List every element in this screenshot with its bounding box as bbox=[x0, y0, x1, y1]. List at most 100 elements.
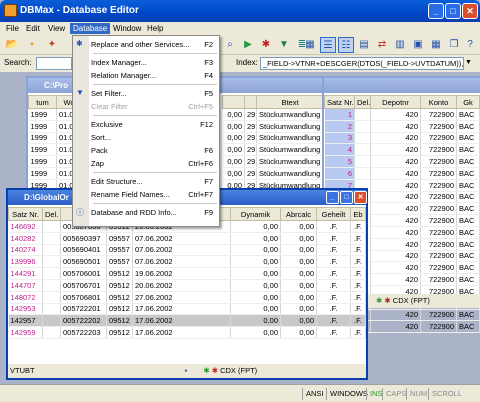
menu-window[interactable]: Window bbox=[110, 23, 144, 34]
search-input[interactable] bbox=[36, 57, 72, 70]
minimize-button[interactable]: _ bbox=[428, 3, 444, 19]
table-cell[interactable]: Stückumwandlung bbox=[256, 143, 324, 157]
table-cell[interactable]: .F. bbox=[316, 255, 351, 269]
table-cell[interactable] bbox=[42, 220, 61, 233]
detail-view-icon[interactable]: ☷ bbox=[338, 37, 354, 53]
table-cell[interactable]: BAC bbox=[456, 320, 480, 334]
table-cell[interactable]: 0,00 bbox=[222, 167, 245, 180]
table-cell[interactable]: 0,00 bbox=[230, 279, 281, 292]
table-cell[interactable] bbox=[354, 108, 371, 121]
table-cell[interactable]: 420 bbox=[370, 320, 421, 334]
table-cell[interactable]: 29 bbox=[244, 155, 257, 168]
table-cell[interactable]: 142957 bbox=[8, 314, 43, 328]
menu-item[interactable]: Replace and other Services... F2 bbox=[91, 38, 219, 51]
table-row[interactable]: 142957 005722202 09512 17.06.2002 0,00 0,00 .F… bbox=[8, 314, 366, 328]
menu-file[interactable]: File bbox=[3, 23, 22, 34]
table-cell[interactable]: 17.06.2002 bbox=[132, 314, 231, 328]
table-cell[interactable]: .F. bbox=[316, 291, 351, 304]
table-cell[interactable]: .F. bbox=[350, 279, 366, 292]
menu-database[interactable]: Database bbox=[70, 23, 111, 34]
table-cell[interactable]: 09512 bbox=[106, 267, 133, 280]
table-cell[interactable]: 1999 bbox=[28, 120, 57, 133]
table-cell[interactable]: Stückumwandlung bbox=[256, 132, 324, 145]
table-cell[interactable]: 0,00 bbox=[230, 220, 281, 233]
column-header[interactable]: Geheilt bbox=[316, 207, 351, 221]
table-cell[interactable]: 0,00 bbox=[280, 244, 317, 257]
help-icon[interactable]: ? bbox=[462, 37, 478, 53]
table-cell[interactable]: 09512 bbox=[106, 291, 133, 304]
table-cell[interactable]: 09557 bbox=[106, 232, 133, 245]
table-cell[interactable] bbox=[42, 303, 61, 316]
table-cell[interactable] bbox=[354, 155, 371, 168]
table-cell[interactable]: 3 bbox=[324, 132, 355, 145]
table-cell[interactable]: 420 bbox=[370, 261, 421, 275]
table-cell[interactable]: 0,00 bbox=[280, 303, 317, 316]
index-select[interactable]: _FIELD->VTNR+DESCGER(DTOS(_FIELD->UVTDAT… bbox=[260, 57, 464, 70]
table-cell[interactable]: 722900 bbox=[420, 261, 457, 275]
structure-icon[interactable]: ▦ bbox=[302, 37, 318, 53]
table-cell[interactable]: 19.06.2002 bbox=[132, 267, 231, 280]
table-cell[interactable]: .F. bbox=[316, 326, 351, 339]
table-cell[interactable]: 722900 bbox=[420, 132, 457, 145]
table-row[interactable]: 0,00 29 Stückumwandlung bbox=[222, 143, 324, 157]
table-row[interactable]: 5 420 722900 BAC bbox=[324, 155, 480, 168]
column-header[interactable]: Eb bbox=[350, 207, 366, 221]
table-row[interactable]: 0,00 29 Stückumwandlung bbox=[222, 155, 324, 168]
table-cell[interactable] bbox=[42, 279, 61, 292]
menu-item[interactable]: Index Manager... F3 bbox=[91, 56, 219, 69]
table-cell[interactable]: 722900 bbox=[420, 120, 457, 133]
table-cell[interactable]: 420 bbox=[370, 132, 421, 145]
table-cell[interactable] bbox=[42, 255, 61, 269]
table-cell[interactable]: 005706701 bbox=[60, 279, 107, 292]
table-row[interactable]: 0,00 29 Stückumwandlung bbox=[222, 132, 324, 145]
table-cell[interactable]: 722900 bbox=[420, 202, 457, 216]
table-cell[interactable]: 0,00 bbox=[230, 267, 281, 280]
table-cell[interactable]: BAC bbox=[456, 214, 480, 227]
table-row[interactable]: 148072 005706801 09512 27.06.2002 0,00 0,00 .F… bbox=[8, 291, 366, 304]
table-cell[interactable]: 722900 bbox=[420, 191, 457, 204]
table-row[interactable]: 144707 005706701 09512 20.06.2002 0,00 0,00 .F… bbox=[8, 279, 366, 292]
column-header[interactable]: Btext bbox=[256, 95, 324, 109]
relation-icon[interactable]: ✱ bbox=[258, 37, 274, 53]
table-cell[interactable]: 0,00 bbox=[222, 132, 245, 145]
table-cell[interactable]: 005706801 bbox=[60, 291, 107, 304]
menu-item[interactable]: Database and RDD Info... F9 bbox=[91, 206, 219, 219]
table-cell[interactable]: 29 bbox=[244, 120, 257, 133]
table-row[interactable]: 0,00 29 Stückumwandlung bbox=[222, 120, 324, 133]
menu-item[interactable]: Exclusive F12 bbox=[91, 118, 219, 131]
filter-icon[interactable]: ▼ bbox=[276, 37, 292, 53]
table-row[interactable]: 6 420 722900 BAC bbox=[324, 167, 480, 180]
table-cell[interactable]: Stückumwandlung bbox=[256, 167, 324, 180]
column-header[interactable]: Depotnr bbox=[370, 95, 421, 109]
table-cell[interactable]: 1 bbox=[324, 108, 355, 121]
table-cell[interactable]: 0,00 bbox=[280, 232, 317, 245]
table-cell[interactable]: .F. bbox=[350, 255, 366, 269]
table-cell[interactable]: 722900 bbox=[420, 320, 457, 334]
table-cell[interactable]: 07.06.2002 bbox=[132, 232, 231, 245]
table-cell[interactable]: 722900 bbox=[420, 155, 457, 168]
table-cell[interactable]: 420 bbox=[370, 191, 421, 204]
menu-help[interactable]: Help bbox=[144, 23, 166, 34]
table-cell[interactable]: .F. bbox=[350, 244, 366, 257]
table-cell[interactable]: .F. bbox=[316, 279, 351, 292]
close-button[interactable]: ✕ bbox=[462, 3, 478, 19]
table-cell[interactable]: 005706001 bbox=[60, 267, 107, 280]
table-cell[interactable]: 1999 bbox=[28, 108, 57, 121]
table-cell[interactable]: 07.06.2002 bbox=[132, 244, 231, 257]
table-cell[interactable]: 0,00 bbox=[230, 232, 281, 245]
table-cell[interactable]: 005722201 bbox=[60, 303, 107, 316]
chevron-down-icon[interactable]: ▼ bbox=[465, 59, 472, 66]
cascade-icon[interactable]: ❐ bbox=[446, 37, 462, 53]
table-cell[interactable]: 005690397 bbox=[60, 232, 107, 245]
table-row[interactable]: 144291 005706001 09512 19.06.2002 0,00 0,00 .F… bbox=[8, 267, 366, 280]
menu-item[interactable]: Relation Manager... F4 bbox=[91, 69, 219, 82]
form-icon[interactable]: ▣ bbox=[410, 37, 426, 53]
column-header[interactable]: Satz Nr. bbox=[8, 207, 43, 221]
open-folder-icon[interactable]: 📂 bbox=[4, 37, 20, 53]
table-cell[interactable]: 722900 bbox=[420, 309, 457, 322]
table-cell[interactable]: 420 bbox=[370, 179, 421, 192]
table-cell[interactable]: 0,00 bbox=[280, 267, 317, 280]
table-cell[interactable]: BAC bbox=[456, 261, 480, 275]
table-cell[interactable]: 0,00 bbox=[222, 120, 245, 133]
table-cell[interactable]: 005690401 bbox=[60, 244, 107, 257]
